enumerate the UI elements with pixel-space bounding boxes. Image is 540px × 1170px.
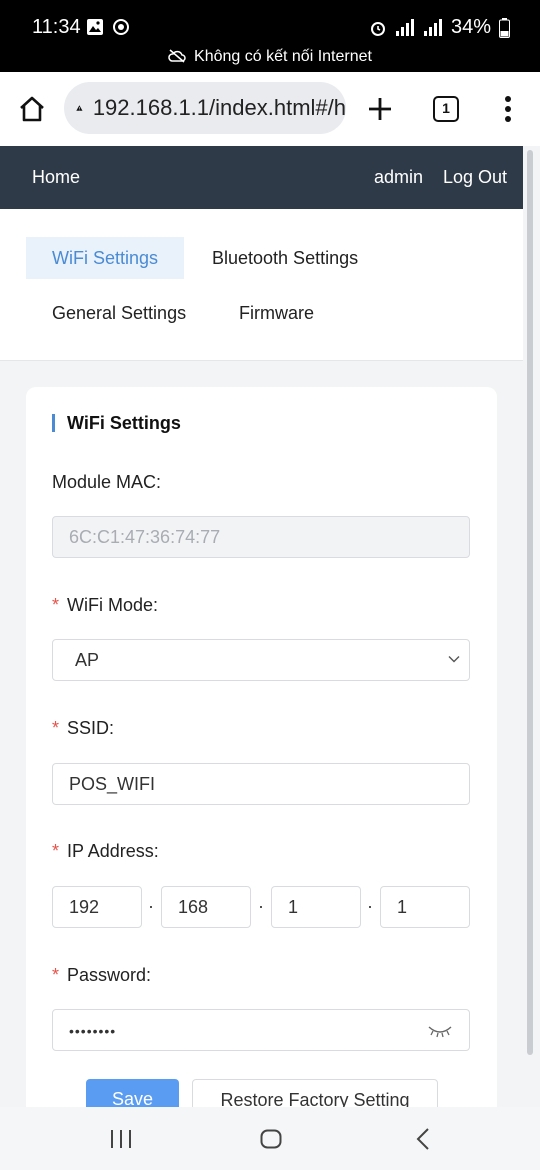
status-bar: 11:34 34% Không có kết nối Internet bbox=[0, 0, 540, 72]
password-label-text: Password: bbox=[67, 965, 152, 985]
tab-general-settings[interactable]: General Settings bbox=[26, 292, 212, 334]
battery-percent: 34% bbox=[450, 16, 491, 38]
required-mark: * bbox=[52, 965, 60, 985]
plus-icon[interactable] bbox=[368, 97, 392, 121]
app-header: Home admin Log Out bbox=[0, 146, 523, 209]
tabs-icon[interactable]: 1 bbox=[433, 96, 459, 122]
gallery-icon bbox=[87, 19, 103, 35]
user-name: admin bbox=[374, 167, 424, 187]
ip-segment-1[interactable]: 192 bbox=[52, 886, 142, 928]
password-label: * Password: bbox=[52, 965, 151, 986]
required-mark: * bbox=[52, 595, 60, 615]
address-bar[interactable]: 192.168.1.1/index.html#/h bbox=[64, 82, 346, 134]
required-mark: * bbox=[52, 718, 60, 738]
ip-address-label: * IP Address: bbox=[52, 841, 159, 862]
battery-icon bbox=[499, 17, 510, 38]
ip-separator: · bbox=[148, 896, 154, 916]
system-nav-bar bbox=[0, 1107, 540, 1170]
settings-tabs: WiFi Settings Bluetooth Settings General… bbox=[0, 209, 523, 361]
password-value: •••••••• bbox=[69, 1023, 117, 1039]
home-link[interactable]: Home bbox=[32, 167, 80, 188]
ip-separator: · bbox=[258, 896, 264, 916]
eye-closed-icon[interactable] bbox=[427, 1023, 453, 1039]
wifi-settings-card: WiFi Settings Module MAC: 6C:C1:47:36:74… bbox=[26, 387, 497, 1127]
signal-icon-2 bbox=[423, 18, 442, 36]
ssid-label: * SSID: bbox=[52, 718, 114, 739]
ip-segment-3[interactable]: 1 bbox=[271, 886, 361, 928]
more-icon[interactable] bbox=[504, 96, 512, 122]
card-title: WiFi Settings bbox=[52, 414, 181, 432]
ip-address-label-text: IP Address: bbox=[67, 841, 159, 861]
home-icon[interactable] bbox=[18, 96, 46, 122]
tab-firmware[interactable]: Firmware bbox=[213, 292, 340, 334]
browser-toolbar: 192.168.1.1/index.html#/h 1 bbox=[0, 72, 540, 146]
ssid-field[interactable]: POS_WIFI bbox=[52, 763, 470, 805]
status-time: 11:34 bbox=[32, 16, 81, 38]
tab-bluetooth-settings[interactable]: Bluetooth Settings bbox=[186, 237, 384, 279]
sync-icon bbox=[113, 19, 129, 35]
ssid-label-text: SSID: bbox=[67, 718, 115, 738]
wifi-mode-value: AP bbox=[75, 650, 100, 670]
required-mark: * bbox=[52, 841, 60, 861]
ip-separator: · bbox=[367, 896, 373, 916]
logout-link[interactable]: Log Out bbox=[443, 167, 507, 188]
alarm-icon bbox=[370, 21, 385, 36]
wifi-mode-label-text: WiFi Mode: bbox=[67, 595, 159, 615]
chevron-down-icon bbox=[448, 656, 460, 663]
ip-segment-2[interactable]: 168 bbox=[161, 886, 251, 928]
signal-icon bbox=[395, 18, 414, 36]
tab-wifi-settings[interactable]: WiFi Settings bbox=[26, 237, 185, 279]
recent-apps-icon[interactable] bbox=[110, 1129, 132, 1149]
password-field[interactable]: •••••••• bbox=[52, 1009, 470, 1051]
mac-field: 6C:C1:47:36:74:77 bbox=[52, 516, 470, 558]
wifi-mode-label: * WiFi Mode: bbox=[52, 595, 158, 616]
home-nav-icon[interactable] bbox=[260, 1129, 282, 1149]
url-text[interactable]: 192.168.1.1/index.html#/h bbox=[93, 95, 346, 121]
ip-segment-4[interactable]: 1 bbox=[380, 886, 470, 928]
warning-icon[interactable] bbox=[76, 98, 83, 118]
mac-label: Module MAC: bbox=[52, 472, 162, 492]
wifi-mode-select[interactable]: AP bbox=[52, 639, 470, 681]
cloud-off-icon bbox=[168, 49, 186, 63]
scrollbar[interactable] bbox=[527, 150, 533, 1055]
network-message: Không có kết nối Internet bbox=[194, 48, 372, 65]
back-icon[interactable] bbox=[416, 1128, 430, 1150]
